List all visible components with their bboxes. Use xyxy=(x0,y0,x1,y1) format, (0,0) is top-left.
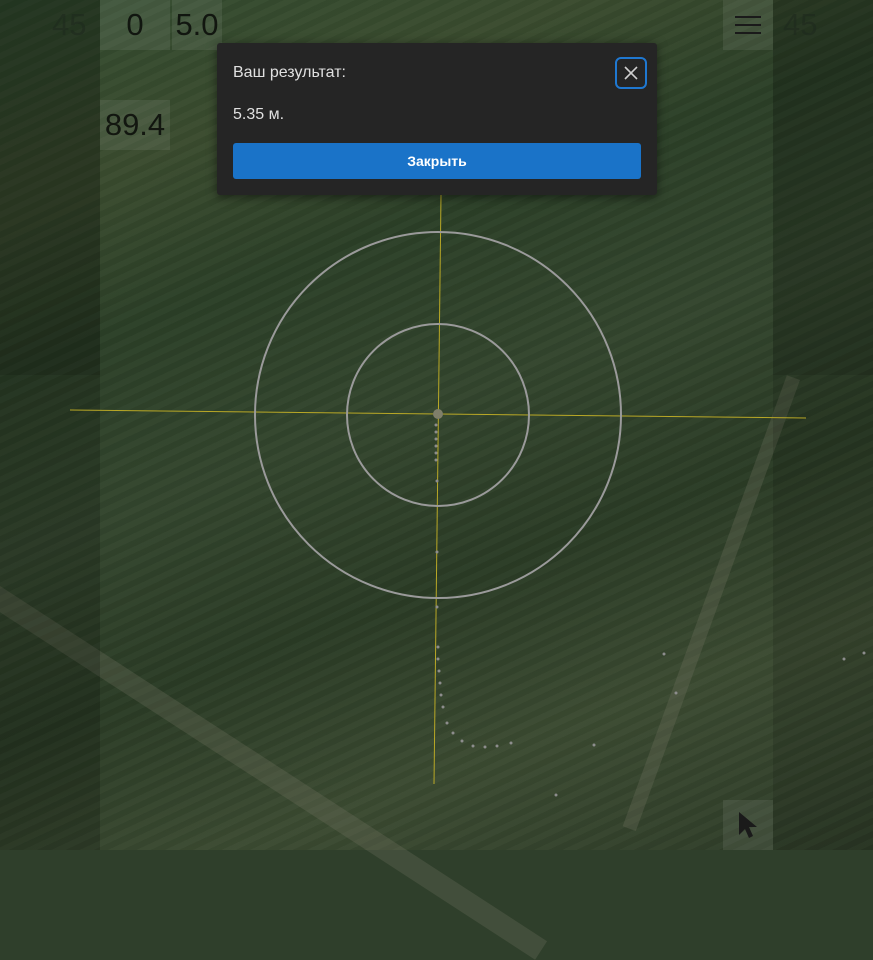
hamburger-menu-icon xyxy=(735,16,761,34)
close-x-icon xyxy=(624,66,638,80)
right-ghost-value: 45 xyxy=(783,7,818,42)
trajectory-dots xyxy=(434,423,866,797)
pointer-tool-button[interactable] xyxy=(723,800,773,850)
target-center xyxy=(433,409,443,419)
result-dialog: Ваш результат: 5.35 м. Закрыть xyxy=(217,43,657,195)
dialog-close-button[interactable] xyxy=(615,57,647,89)
dialog-title: Ваш результат: xyxy=(233,64,346,81)
dialog-result-value: 5.35 м. xyxy=(233,106,285,123)
menu-button[interactable] xyxy=(723,0,773,50)
dialog-close-action-button[interactable]: Закрыть xyxy=(233,143,641,179)
cursor-arrow-icon xyxy=(739,812,757,838)
counter-display: 0 xyxy=(100,0,170,50)
distance-display: 5.0 xyxy=(172,0,222,50)
angle-display: 89.4 xyxy=(100,100,170,150)
left-ghost-value: 45 xyxy=(52,7,87,42)
